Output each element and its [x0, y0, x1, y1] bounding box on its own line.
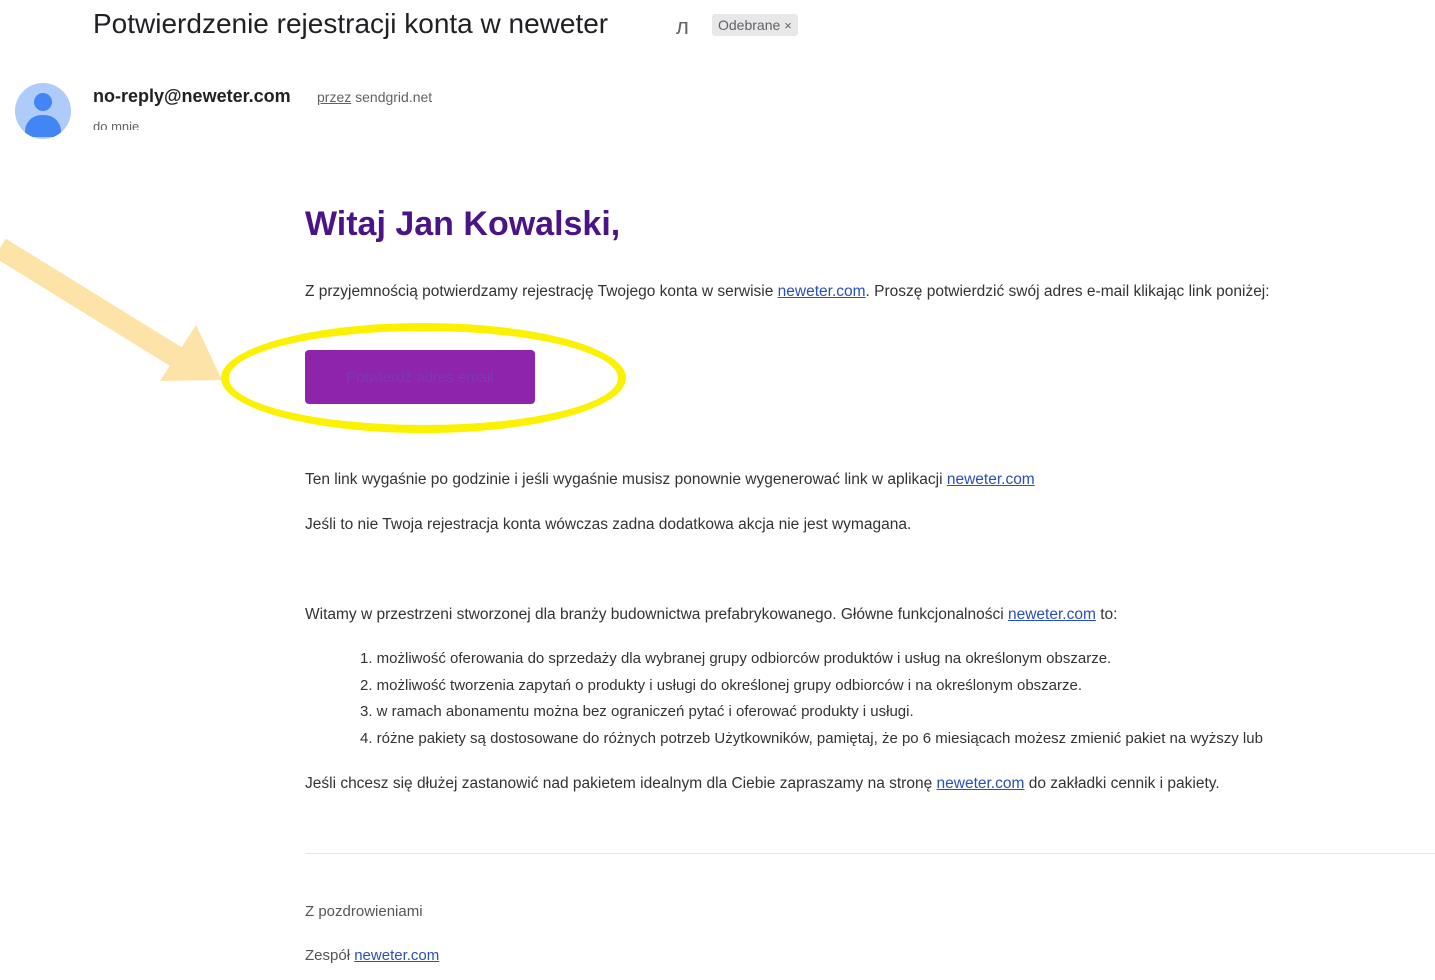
sender-email[interactable]: no-reply@neweter.com: [93, 86, 291, 107]
label-remove-icon[interactable]: ×: [784, 18, 792, 33]
list-item: 3. w ramach abonamentu można bez ogranic…: [360, 703, 914, 720]
important-marker-icon[interactable]: ᴫ: [676, 14, 689, 40]
confirm-email-button[interactable]: Potwierdź adres email: [305, 350, 535, 404]
intro-link[interactable]: neweter.com: [778, 283, 866, 300]
not-you-paragraph: Jeśli to nie Twoja rejestracja konta wów…: [305, 516, 912, 533]
email-subject: Potwierdzenie rejestracji konta w newete…: [93, 8, 609, 39]
annotation-arrow-icon: [0, 238, 222, 381]
divider: [305, 853, 1435, 854]
list-item: 1. możliwość oferowania do sprzedaży dla…: [360, 650, 1112, 667]
regards-text: Z pozdrowieniami: [305, 903, 423, 920]
welcome-link[interactable]: neweter.com: [1008, 606, 1096, 623]
team-text: Zespół: [305, 947, 355, 964]
pricing-link[interactable]: neweter.com: [937, 775, 1025, 792]
label-chip-text: Odebrane: [718, 17, 781, 33]
list-item: 2. możliwość tworzenia zapytań o produkt…: [360, 677, 1083, 694]
greeting-heading: Witaj Jan Kowalski,: [305, 205, 621, 243]
pricing-paragraph: Jeśli chcesz się dłużej zastanowić nad p…: [305, 775, 1220, 793]
avatar-person-icon: [15, 83, 71, 139]
intro-text-after: . Proszę potwierdzić swój adres e-mail k…: [865, 283, 1270, 300]
expire-link[interactable]: neweter.com: [947, 471, 1035, 488]
intro-paragraph: Z przyjemnością potwierdzamy rejestrację…: [305, 283, 1270, 301]
pricing-text: Jeśli chcesz się dłużej zastanowić nad p…: [305, 775, 937, 792]
welcome-text-after: to:: [1095, 606, 1118, 623]
via-domain: sendgrid.net: [355, 89, 433, 105]
pricing-text-after: do zakładki cennik i pakiety.: [1024, 775, 1220, 792]
list-item: 4. różne pakiety są dostosowane do różny…: [360, 730, 1263, 747]
expire-text: Ten link wygaśnie po godzinie i jeśli wy…: [305, 471, 947, 488]
welcome-paragraph: Witamy w przestrzeni stworzonej dla bran…: [305, 606, 1117, 624]
expire-paragraph: Ten link wygaśnie po godzinie i jeśli wy…: [305, 471, 1035, 489]
sender-via: przez sendgrid.net: [317, 89, 432, 105]
team-signature: Zespół neweter.com: [305, 947, 439, 964]
team-link[interactable]: neweter.com: [354, 947, 439, 964]
inbox-label-chip[interactable]: Odebrane ×: [712, 14, 798, 36]
via-link[interactable]: przez: [317, 89, 351, 105]
intro-text: Z przyjemnością potwierdzamy rejestrację…: [305, 283, 778, 300]
recipient-details-toggle[interactable]: do mnie: [93, 116, 333, 130]
welcome-text: Witamy w przestrzeni stworzonej dla bran…: [305, 606, 1008, 623]
